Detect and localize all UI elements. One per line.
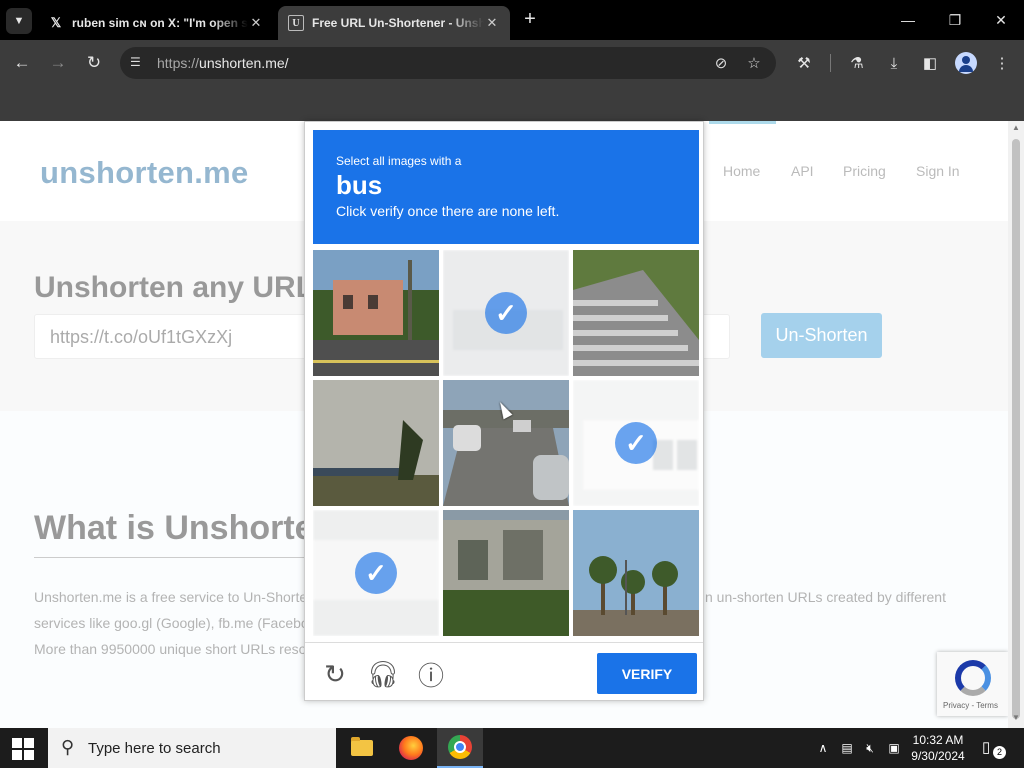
tab-title: ruben sim ᴄɴ on X: "I'm open sourcing — [72, 16, 248, 30]
instruction-line: Select all images with a — [336, 154, 462, 168]
tab-x[interactable]: 𝕏 ruben sim ᴄɴ on X: "I'm open sourcing … — [38, 6, 274, 40]
close-window-button[interactable]: ✕ — [983, 8, 1019, 32]
device-icon[interactable]: ▣ — [886, 740, 902, 756]
back-arrow-icon[interactable]: ← — [9, 50, 35, 76]
unshorten-favicon-icon: U — [288, 15, 304, 31]
firefox-icon[interactable] — [388, 728, 434, 768]
scroll-down-arrow-icon[interactable]: ▼ — [1008, 713, 1024, 727]
tab-strip: ▼ 𝕏 ruben sim ᴄɴ on X: "I'm open sourcin… — [0, 0, 1024, 40]
tile-image — [313, 380, 439, 506]
eye-off-icon[interactable]: ⊘ — [710, 53, 732, 73]
new-tab-button[interactable]: + — [520, 9, 540, 30]
bookmark-bar — [0, 86, 1024, 121]
network-icon[interactable]: ▤ — [839, 740, 855, 756]
volume-muted-icon[interactable]: 🔇︎ — [862, 740, 878, 756]
captcha-tile-4[interactable] — [313, 380, 439, 506]
chevron-up-icon[interactable]: ∧ — [815, 740, 831, 756]
captcha-tile-6[interactable]: ✓ — [573, 380, 699, 506]
chrome-icon[interactable] — [437, 728, 483, 768]
windows-start-icon[interactable] — [12, 738, 34, 760]
side-panel-icon[interactable]: ◧ — [919, 52, 941, 74]
scroll-up-arrow-icon[interactable]: ▲ — [1008, 123, 1024, 137]
captcha-footer-divider — [305, 642, 703, 643]
profile-avatar-icon[interactable] — [955, 52, 977, 74]
checkmark-icon: ✓ — [355, 552, 397, 594]
captcha-tile-2[interactable]: ✓ — [443, 250, 569, 376]
tile-image — [443, 510, 569, 636]
clock-time: 10:32 AM — [912, 733, 964, 747]
address-bar[interactable]: ☰ https://unshorten.me/ ⊘ ☆ — [120, 47, 776, 79]
tile-image — [573, 250, 699, 376]
site-settings-icon[interactable]: ☰ — [130, 55, 146, 71]
tile-image — [313, 250, 439, 376]
star-icon[interactable]: ☆ — [743, 53, 765, 73]
checkmark-icon: ✓ — [485, 292, 527, 334]
captcha-tile-7[interactable]: ✓ — [313, 510, 439, 636]
taskbar: ⚲ Type here to search ∧ ▤ 🔇︎ ▣ 10:32 AM … — [0, 728, 1024, 768]
browser-toolbar: ← → ↻ ☰ https://unshorten.me/ ⊘ ☆ ⚒ ⚗ ⤓ … — [0, 40, 1024, 86]
reload-icon[interactable]: ↻ — [319, 658, 351, 690]
forward-arrow-icon[interactable]: → — [45, 50, 71, 76]
search-icon: ⚲ — [61, 737, 75, 757]
toolbar-separator — [830, 54, 831, 72]
close-tab-icon[interactable]: ✕ — [248, 15, 264, 31]
labs-flask-icon[interactable]: ⚗ — [846, 52, 868, 74]
chevron-down-icon: ▼ — [13, 15, 25, 27]
notification-badge: 2 — [993, 746, 1006, 759]
tab-unshorten[interactable]: U Free URL Un-Shortener - Unshorten.me ✕ — [278, 6, 510, 40]
clock-date: 9/30/2024 — [911, 749, 965, 763]
tile-image — [573, 510, 699, 636]
headphones-icon[interactable]: 🎧︎ — [367, 658, 400, 690]
recaptcha-terms[interactable]: Privacy - Terms — [943, 701, 998, 710]
recaptcha-badge[interactable]: Privacy - Terms — [937, 652, 1008, 716]
tab-search-button[interactable]: ▼ — [6, 8, 32, 34]
notification-icon[interactable]: ▯ 2 — [982, 738, 1006, 759]
close-tab-icon[interactable]: ✕ — [484, 15, 500, 31]
captcha-tile-8[interactable] — [443, 510, 569, 636]
target-object: bus — [336, 170, 383, 200]
reload-icon[interactable]: ↻ — [81, 50, 107, 76]
captcha-tile-3[interactable] — [573, 250, 699, 376]
extensions-icon[interactable]: ⚒ — [793, 52, 815, 74]
minimize-button[interactable]: — — [890, 8, 926, 32]
captcha-tile-5[interactable] — [443, 380, 569, 506]
checkmark-icon: ✓ — [615, 422, 657, 464]
x-logo-icon: 𝕏 — [50, 15, 62, 30]
tab-title: Free URL Un-Shortener - Unshorten.me — [312, 16, 484, 30]
tile-image — [443, 380, 569, 506]
recaptcha-logo-icon — [955, 660, 991, 696]
taskbar-search-box[interactable]: ⚲ Type here to search — [48, 728, 336, 768]
captcha-tile-9[interactable] — [573, 510, 699, 636]
system-clock[interactable]: 10:32 AM 9/30/2024 — [905, 732, 971, 764]
info-icon[interactable]: ⓘ — [415, 658, 447, 691]
captcha-tile-1[interactable] — [313, 250, 439, 376]
instruction-line: Click verify once there are none left. — [336, 203, 560, 219]
download-icon[interactable]: ⤓ — [883, 52, 905, 74]
file-explorer-icon[interactable] — [339, 728, 385, 768]
url-text[interactable]: https://unshorten.me/ — [157, 55, 289, 71]
search-placeholder: Type here to search — [88, 740, 221, 757]
scroll-thumb[interactable] — [1012, 139, 1020, 719]
restore-button[interactable]: ❐ — [937, 8, 973, 32]
menu-kebab-icon[interactable]: ⋮ — [991, 52, 1013, 74]
page-scrollbar[interactable]: ▲ ▼ — [1008, 121, 1024, 728]
captcha-instructions: Select all images with a bus Click verif… — [313, 130, 699, 244]
verify-button[interactable]: VERIFY — [597, 653, 697, 694]
